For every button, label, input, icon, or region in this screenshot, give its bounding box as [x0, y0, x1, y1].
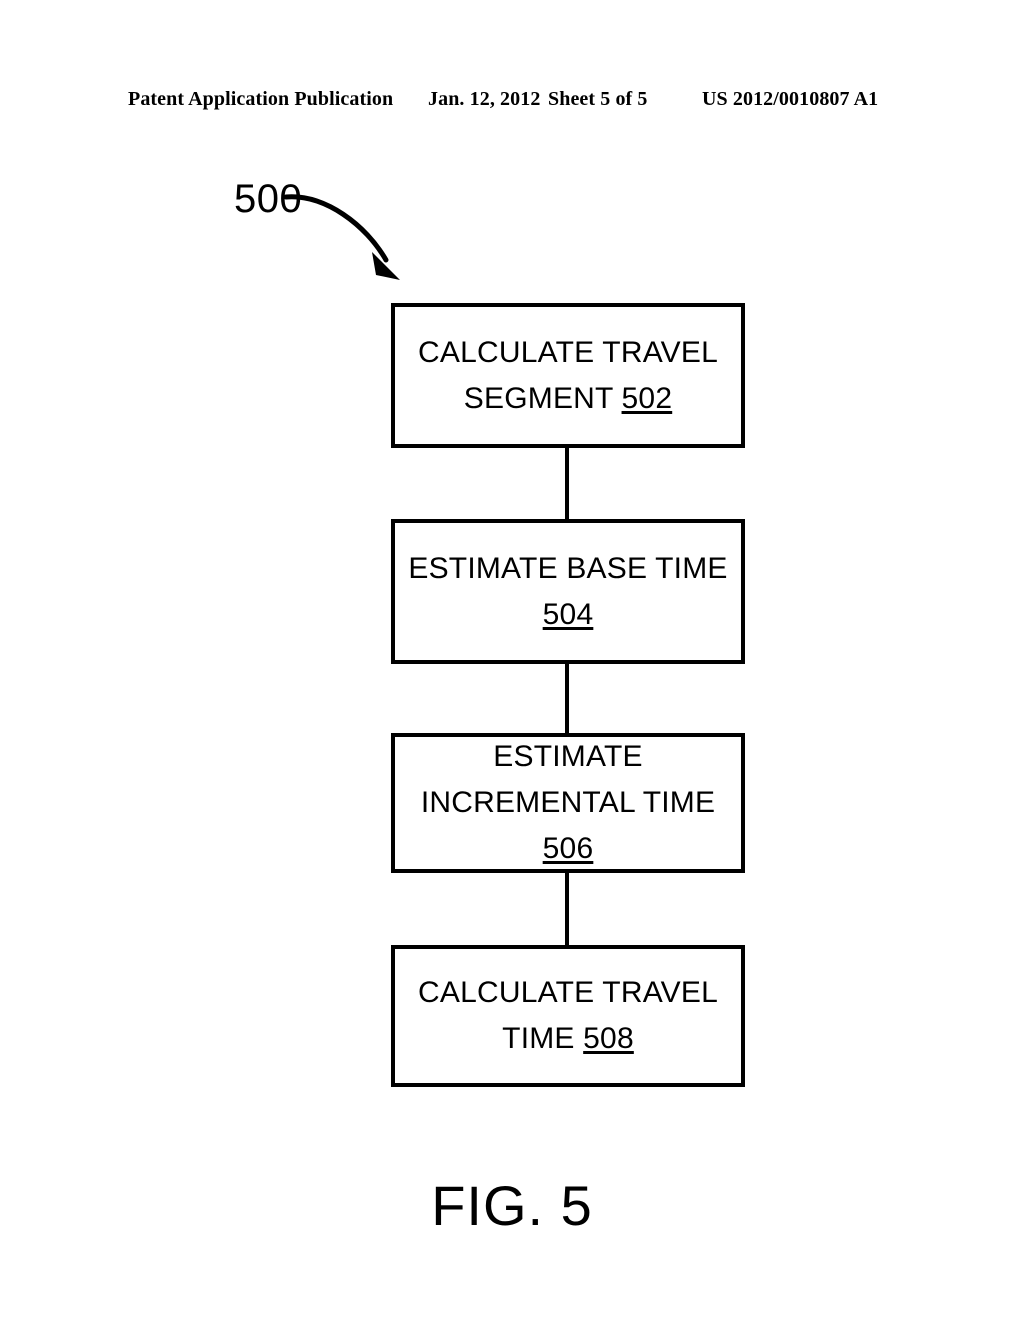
header-date: Jan. 12, 2012	[428, 88, 541, 110]
flow-step-502[interactable]: CALCULATE TRAVEL SEGMENT 502	[391, 303, 745, 448]
flow-step-508-line1: CALCULATE TRAVEL	[418, 976, 718, 1009]
flow-step-508-line2: TIME	[502, 1022, 584, 1055]
patent-figure-page: Patent Application Publication Jan. 12, …	[0, 0, 1024, 1320]
flow-step-504-text: ESTIMATE BASE TIME 504	[398, 546, 737, 638]
publication-header: Patent Application Publication Jan. 12, …	[0, 88, 1024, 118]
flow-step-506-line2: INCREMENTAL TIME	[420, 786, 716, 819]
header-patent-number: US 2012/0010807 A1	[702, 88, 879, 110]
flow-step-502-line1: CALCULATE TRAVEL	[418, 335, 718, 369]
flow-step-506-ref: 506	[542, 832, 594, 865]
flow-step-504-ref: 504	[542, 597, 594, 631]
flow-step-502-ref: 502	[621, 381, 673, 415]
flow-step-504[interactable]: ESTIMATE BASE TIME 504	[391, 519, 745, 664]
flow-step-506-line1: ESTIMATE	[493, 740, 643, 773]
flow-step-508-ref: 508	[583, 1022, 634, 1055]
connector-502-to-504	[565, 447, 569, 521]
figure-caption: FIG. 5	[431, 1174, 593, 1237]
header-sheet-number: Sheet 5 of 5	[548, 88, 648, 110]
flow-step-506[interactable]: ESTIMATE INCREMENTAL TIME 506	[391, 733, 745, 873]
flow-step-504-line1: ESTIMATE BASE TIME	[408, 551, 728, 585]
flow-step-508[interactable]: CALCULATE TRAVEL TIME 508	[391, 945, 745, 1087]
connector-506-to-508	[565, 872, 569, 947]
flow-step-506-text: ESTIMATE INCREMENTAL TIME 506	[411, 734, 725, 872]
header-publication-label: Patent Application Publication	[128, 88, 394, 110]
flow-step-502-line2: SEGMENT	[463, 381, 622, 415]
flow-step-508-text: CALCULATE TRAVEL TIME 508	[408, 970, 728, 1062]
lead-line-arrow-icon	[283, 194, 400, 280]
connector-504-to-506	[565, 663, 569, 735]
flow-step-502-text: CALCULATE TRAVEL SEGMENT 502	[408, 330, 728, 422]
